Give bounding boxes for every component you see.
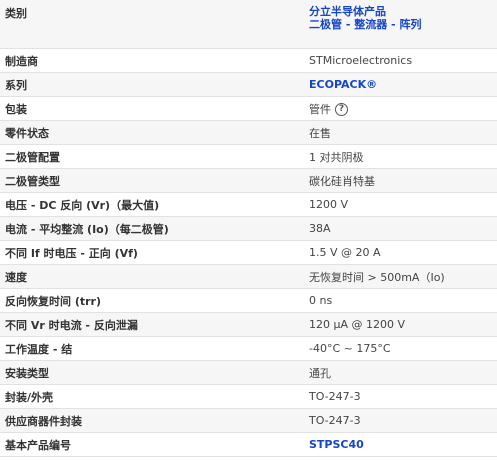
table-row-part-status: 零件状态 在售 (0, 120, 497, 145)
table-row-reverse-recovery: 反向恢复时间 (trr) 0 ns (0, 288, 497, 313)
row-value: 分立半导体产品 二极管 - 整流器 - 阵列 (306, 0, 497, 49)
table-row-speed: 速度 无恢复时间 > 500mA（Io) (0, 264, 497, 289)
row-value: 0 ns (306, 288, 497, 313)
row-value: TO-247-3 (306, 408, 497, 433)
table-row-forward-voltage: 不同 If 时电压 - 正向 (Vf) 1.5 V @ 20 A (0, 240, 497, 265)
row-value: -40°C ~ 175°C (306, 336, 497, 361)
row-label: 类别 (0, 0, 306, 49)
row-value: 1.5 V @ 20 A (306, 240, 497, 265)
row-label: 电压 - DC 反向 (Vr)（最大值) (0, 192, 306, 217)
row-label: 零件状态 (0, 120, 306, 145)
row-value: STPSC40 (306, 432, 497, 457)
table-row-category: 类别 分立半导体产品 二极管 - 整流器 - 阵列 (0, 0, 497, 49)
row-label: 安装类型 (0, 360, 306, 385)
row-value: 1 对共阴极 (306, 144, 497, 169)
table-row-operating-temp: 工作温度 - 结 -40°C ~ 175°C (0, 336, 497, 361)
table-row-packaging: 包装 管件? (0, 96, 497, 121)
table-row-current-avg-rectified: 电流 - 平均整流 (Io)（每二极管) 38A (0, 216, 497, 241)
row-value: ECOPACK® (306, 72, 497, 97)
row-label: 二极管配置 (0, 144, 306, 169)
row-label: 不同 Vr 时电流 - 反向泄漏 (0, 312, 306, 337)
packaging-value: 管件 (309, 102, 331, 116)
row-value: 38A (306, 216, 497, 241)
table-row-supplier-package: 供应商器件封装 TO-247-3 (0, 408, 497, 433)
series-link[interactable]: ECOPACK® (309, 78, 377, 91)
table-row-voltage-dc-reverse: 电压 - DC 反向 (Vr)（最大值) 1200 V (0, 192, 497, 217)
row-label: 制造商 (0, 48, 306, 73)
row-label: 封装/外壳 (0, 384, 306, 409)
table-row-manufacturer: 制造商 STMicroelectronics (0, 48, 497, 73)
question-circle-icon[interactable]: ? (335, 103, 348, 116)
row-label: 包装 (0, 96, 306, 121)
row-value: 无恢复时间 > 500mA（Io) (306, 264, 497, 289)
row-label: 速度 (0, 264, 306, 289)
table-row-diode-config: 二极管配置 1 对共阴极 (0, 144, 497, 169)
row-label: 不同 If 时电压 - 正向 (Vf) (0, 240, 306, 265)
table-row-diode-type: 二极管类型 碳化硅肖特基 (0, 168, 497, 193)
row-value: TO-247-3 (306, 384, 497, 409)
row-label: 反向恢复时间 (trr) (0, 288, 306, 313)
row-label: 系列 (0, 72, 306, 97)
row-label: 二极管类型 (0, 168, 306, 193)
row-label: 供应商器件封装 (0, 408, 306, 433)
product-attributes-table: 类别 分立半导体产品 二极管 - 整流器 - 阵列 制造商 STMicroele… (0, 0, 497, 457)
row-value: STMicroelectronics (306, 48, 497, 73)
table-row-package-case: 封装/外壳 TO-247-3 (0, 384, 497, 409)
table-row-base-part-number: 基本产品编号 STPSC40 (0, 432, 497, 457)
row-value: 碳化硅肖特基 (306, 168, 497, 193)
row-label: 工作温度 - 结 (0, 336, 306, 361)
category-link-discrete[interactable]: 分立半导体产品 (309, 5, 497, 18)
row-label: 基本产品编号 (0, 432, 306, 457)
category-link-diode-arrays[interactable]: 二极管 - 整流器 - 阵列 (309, 18, 497, 31)
row-value: 管件? (306, 96, 497, 121)
row-label: 电流 - 平均整流 (Io)（每二极管) (0, 216, 306, 241)
table-row-reverse-leakage: 不同 Vr 时电流 - 反向泄漏 120 µA @ 1200 V (0, 312, 497, 337)
row-value: 通孔 (306, 360, 497, 385)
row-value: 在售 (306, 120, 497, 145)
row-value: 1200 V (306, 192, 497, 217)
base-part-number-link[interactable]: STPSC40 (309, 438, 364, 451)
row-value: 120 µA @ 1200 V (306, 312, 497, 337)
table-row-series: 系列 ECOPACK® (0, 72, 497, 97)
table-row-mounting-type: 安装类型 通孔 (0, 360, 497, 385)
